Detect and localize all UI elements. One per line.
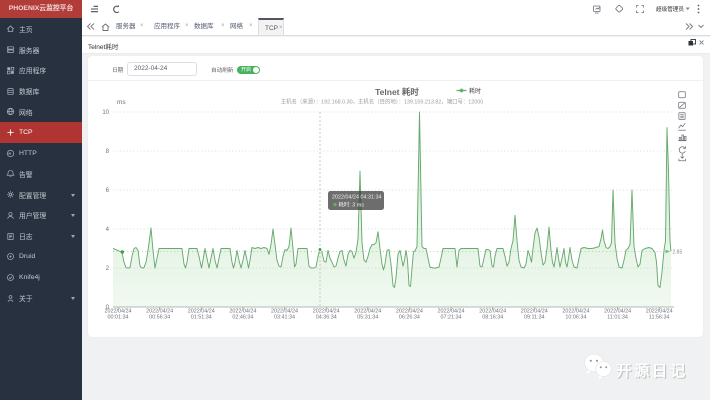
- svg-text:超级管理员: 超级管理员: [656, 5, 684, 13]
